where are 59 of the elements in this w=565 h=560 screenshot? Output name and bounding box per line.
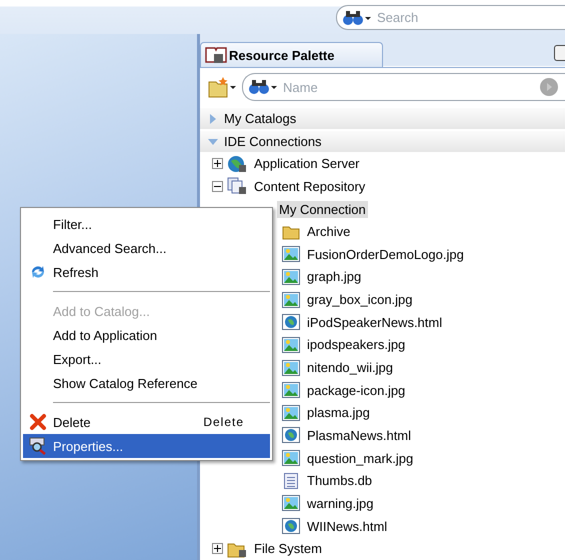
tree-item[interactable]: Thumbs.db <box>305 472 374 490</box>
tree-item[interactable]: PlasmaNews.html <box>305 426 414 444</box>
image-icon <box>282 268 300 285</box>
menu-item[interactable]: Delete Delete <box>23 410 270 434</box>
magnifier-icon <box>29 437 47 455</box>
documents-icon <box>227 177 247 196</box>
image-icon <box>282 450 300 466</box>
book-icon <box>205 46 227 64</box>
tree-item[interactable]: iPodSpeakerNews.html <box>305 314 444 331</box>
folder-icon <box>282 224 300 240</box>
image-icon <box>282 360 300 376</box>
tree-item[interactable]: ipodspeakers.jpg <box>305 336 408 354</box>
tree-item[interactable]: plasma.jpg <box>305 404 372 422</box>
menu-item[interactable]: Filter... <box>23 212 270 236</box>
collapse-icon[interactable] <box>212 180 223 192</box>
tree-item[interactable]: warning.jpg <box>305 494 376 512</box>
document-icon <box>282 472 300 489</box>
tree-item[interactable]: graph.jpg <box>305 268 364 286</box>
binoculars-icon[interactable] <box>343 10 373 26</box>
section-header[interactable]: My Catalogs <box>224 111 296 126</box>
menu-item[interactable]: Properties... <box>23 434 270 458</box>
image-icon <box>282 382 300 398</box>
tree-item[interactable]: gray_box_icon.jpg <box>305 291 415 308</box>
image-icon <box>282 495 300 512</box>
tree-item[interactable]: My Connection <box>277 200 368 218</box>
search-placeholder: Search <box>377 10 418 26</box>
refresh-icon <box>29 264 47 280</box>
menu-item[interactable]: Add to Application <box>23 323 270 347</box>
menu-item[interactable]: Advanced Search... <box>23 236 270 260</box>
tree-item[interactable]: WIINews.html <box>305 518 390 535</box>
expand-icon[interactable] <box>212 543 223 554</box>
globe-icon <box>282 314 300 330</box>
panel-tab[interactable]: Resource Palette <box>200 42 383 68</box>
tree-item[interactable]: Archive <box>305 223 352 240</box>
image-icon <box>282 336 300 353</box>
tree-item[interactable]: package-icon.jpg <box>305 382 408 399</box>
menu-item[interactable]: Show Catalog Reference <box>23 371 270 395</box>
menu-item[interactable]: Refresh <box>23 260 270 284</box>
menu-item[interactable]: Export... <box>23 347 270 371</box>
tree-item[interactable]: question_mark.jpg <box>305 450 416 467</box>
globe-icon <box>227 154 247 173</box>
shortcut-label: Delete <box>203 415 244 429</box>
image-icon <box>282 404 300 421</box>
close-icon <box>29 413 47 431</box>
minimize-button[interactable] <box>554 45 565 62</box>
tree-item[interactable]: Content Repository <box>252 178 368 195</box>
tree-item[interactable]: FusionOrderDemoLogo.jpg <box>305 246 466 263</box>
image-icon <box>282 292 300 308</box>
new-folder-icon[interactable] <box>208 76 238 98</box>
expand-icon[interactable] <box>212 158 223 170</box>
name-placeholder: Name <box>283 80 318 95</box>
globe-icon <box>282 427 300 444</box>
binoculars-icon[interactable] <box>249 79 279 96</box>
section-header[interactable]: IDE Connections <box>224 134 322 150</box>
globe-icon <box>282 518 300 534</box>
image-icon <box>282 246 300 262</box>
tree-item[interactable]: Application Server <box>252 155 362 172</box>
tree-item[interactable]: File System <box>252 540 324 558</box>
tree-item[interactable]: nitendo_wii.jpg <box>305 359 396 376</box>
